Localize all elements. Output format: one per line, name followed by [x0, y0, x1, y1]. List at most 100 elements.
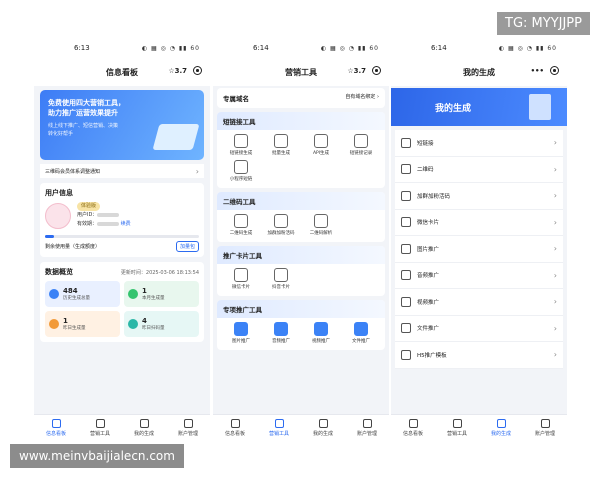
- tool-item[interactable]: 微信卡片: [221, 268, 261, 290]
- generation-list: 短链接 › 二维码 › 加群加粉活码 › 微信卡片 › 图片推广 › 音频推广 › 视频推广 › 文件推广 ›…: [395, 130, 563, 369]
- tool-section: 短链接工具短链接生成 批量生成 API生成 短链接记录小程序短链: [217, 112, 385, 188]
- tab-label: 信息看板: [224, 430, 245, 437]
- add-quota-button[interactable]: 加量包: [175, 241, 199, 252]
- capsule-close-icon[interactable]: [372, 66, 381, 75]
- tool-item[interactable]: 短链接记录: [341, 134, 381, 156]
- tool-section: 二维码工具 二维码生成 加群加粉活码 二维码解析: [217, 192, 385, 242]
- tab-item[interactable]: 信息看板: [213, 415, 257, 440]
- promo-banner[interactable]: 免费使用四大营销工具， 助力推广运营效果提升 线上线下推广、短信营销、决策 转化…: [40, 90, 204, 160]
- tool-item[interactable]: 批量生成: [261, 134, 301, 156]
- tab-icon: [230, 418, 240, 428]
- list-item[interactable]: 加群加粉活码 ›: [395, 183, 563, 210]
- tool-item[interactable]: 加群加粉活码: [261, 214, 301, 236]
- list-item[interactable]: 图片推广 ›: [395, 236, 563, 263]
- item-icon: [401, 137, 411, 148]
- stat-card[interactable]: 484 历史生成总量: [45, 281, 120, 307]
- tool-item[interactable]: API生成: [301, 134, 341, 156]
- tab-item[interactable]: 信息看板: [391, 415, 435, 440]
- tool-icon: [234, 214, 248, 228]
- tool-item[interactable]: 小程序短链: [221, 160, 261, 182]
- stat-card[interactable]: 1 本月生成量: [124, 281, 199, 307]
- item-label: 加群加粉活码: [417, 193, 451, 200]
- capsule-close-icon[interactable]: [193, 66, 202, 75]
- tool-item[interactable]: 二维码解析: [301, 214, 341, 236]
- rating-label[interactable]: ☆3.7: [168, 67, 187, 75]
- section-header: 短链接工具: [217, 112, 385, 130]
- list-item[interactable]: 微信卡片 ›: [395, 210, 563, 236]
- list-item[interactable]: 文件推广 ›: [395, 316, 563, 342]
- tab-item[interactable]: 营销工具: [78, 415, 122, 440]
- tool-icon: [314, 134, 328, 148]
- user-info-card: 用户信息 体验版 用户ID： 有效期： 续费 剩余使用量（生成额度） 加量包: [40, 183, 204, 257]
- section-title: 专项推广工具: [223, 306, 262, 314]
- expire-label: 有效期：: [77, 221, 98, 227]
- tool-item[interactable]: 抖音卡片: [261, 268, 301, 290]
- phone-my-generations: 6:14 ◐ ▦ ◎ ◔ ▮▮ 60 我的生成 ••• 我的生成 短链接 › 二维码…: [391, 38, 567, 440]
- stat-value: 484: [63, 287, 78, 295]
- usage-label: 剩余使用量（生成额度）: [45, 244, 101, 250]
- tool-icon: [234, 134, 248, 148]
- tab-item[interactable]: 我的生成: [301, 415, 345, 440]
- tab-label: 信息看板: [402, 430, 423, 437]
- tool-icon: [234, 322, 248, 336]
- tool-icon: [234, 160, 248, 174]
- tab-item[interactable]: 信息看板: [34, 415, 78, 440]
- tab-item[interactable]: 账户管理: [345, 415, 389, 440]
- notice-bar[interactable]: 三维码会员体系调整通知 ›: [40, 164, 204, 178]
- title-bar: 我的生成 •••: [391, 58, 567, 86]
- chevron-right-icon: ›: [553, 244, 557, 254]
- stat-card[interactable]: 1 昨日生成量: [45, 311, 120, 337]
- bind-domain-link[interactable]: 自有域名绑定 ›: [345, 93, 379, 103]
- tab-icon: [95, 418, 105, 428]
- tool-item[interactable]: 文件推广: [341, 322, 381, 344]
- tool-item[interactable]: 短链接生成: [221, 134, 261, 156]
- tool-item[interactable]: 音频推广: [261, 322, 301, 344]
- tool-item[interactable]: 视频推广: [301, 322, 341, 344]
- tool-label: 音频推广: [272, 339, 290, 344]
- renew-link[interactable]: 续费: [121, 221, 131, 227]
- title-bar: 营销工具 ☆3.7: [213, 58, 389, 86]
- tool-label: 二维码解析: [309, 231, 333, 236]
- item-label: 文件推广: [417, 326, 440, 333]
- stat-value: 4: [142, 317, 147, 325]
- stat-icon: [128, 289, 138, 299]
- list-item[interactable]: 视频推广 ›: [395, 289, 563, 316]
- banner-illustration: [152, 124, 200, 150]
- banner-illustration: [529, 94, 551, 120]
- stat-label: 历史生成总量: [63, 296, 90, 301]
- list-item[interactable]: H5推广模板 ›: [395, 342, 563, 369]
- tab-icon: [408, 418, 418, 428]
- list-item[interactable]: 二维码 ›: [395, 157, 563, 183]
- tool-item[interactable]: 二维码生成: [221, 214, 261, 236]
- stat-label: 昨日生成量: [63, 326, 86, 331]
- tab-label: 营销工具: [268, 430, 289, 437]
- page-title: 我的生成: [463, 67, 495, 77]
- tab-item[interactable]: 营销工具: [435, 415, 479, 440]
- exclusive-domain-row[interactable]: 专属域名 自有域名绑定 ›: [217, 88, 385, 108]
- section-header: 推广卡片工具: [217, 246, 385, 264]
- status-icons: ◐ ▦ ◎ ◔ ▮▮ 60: [141, 44, 200, 52]
- tool-item[interactable]: 图片推广: [221, 322, 261, 344]
- tab-item[interactable]: 我的生成: [479, 415, 523, 440]
- tool-icon: [314, 322, 328, 336]
- more-icon[interactable]: •••: [531, 67, 544, 75]
- item-label: 短链接: [417, 140, 434, 147]
- tab-item[interactable]: 营销工具: [257, 415, 301, 440]
- stat-card[interactable]: 4 昨日扫码量: [124, 311, 199, 337]
- list-item[interactable]: 音频推广 ›: [395, 263, 563, 289]
- list-item[interactable]: 短链接 ›: [395, 130, 563, 157]
- chevron-right-icon: ›: [553, 191, 557, 201]
- capsule-close-icon[interactable]: [550, 66, 559, 75]
- tool-grid: 微信卡片 抖音卡片: [217, 264, 385, 296]
- tab-item[interactable]: 我的生成: [122, 415, 166, 440]
- item-label: 视频推广: [417, 299, 440, 306]
- uid-redacted: [97, 212, 120, 217]
- stats-grid: 484 历史生成总量 1 本月生成量 1 昨日生成量 4 昨日扫码量: [45, 281, 199, 337]
- tool-icon: [234, 268, 248, 282]
- tool-section: 专项推广工具图片推广 音频推广 视频推广 文件推广: [217, 300, 385, 350]
- tab-item[interactable]: 账户管理: [166, 415, 210, 440]
- tab-item[interactable]: 账户管理: [523, 415, 567, 440]
- rating-label[interactable]: ☆3.7: [347, 67, 366, 75]
- item-label: 二维码: [417, 167, 434, 174]
- tab-icon: [540, 418, 550, 428]
